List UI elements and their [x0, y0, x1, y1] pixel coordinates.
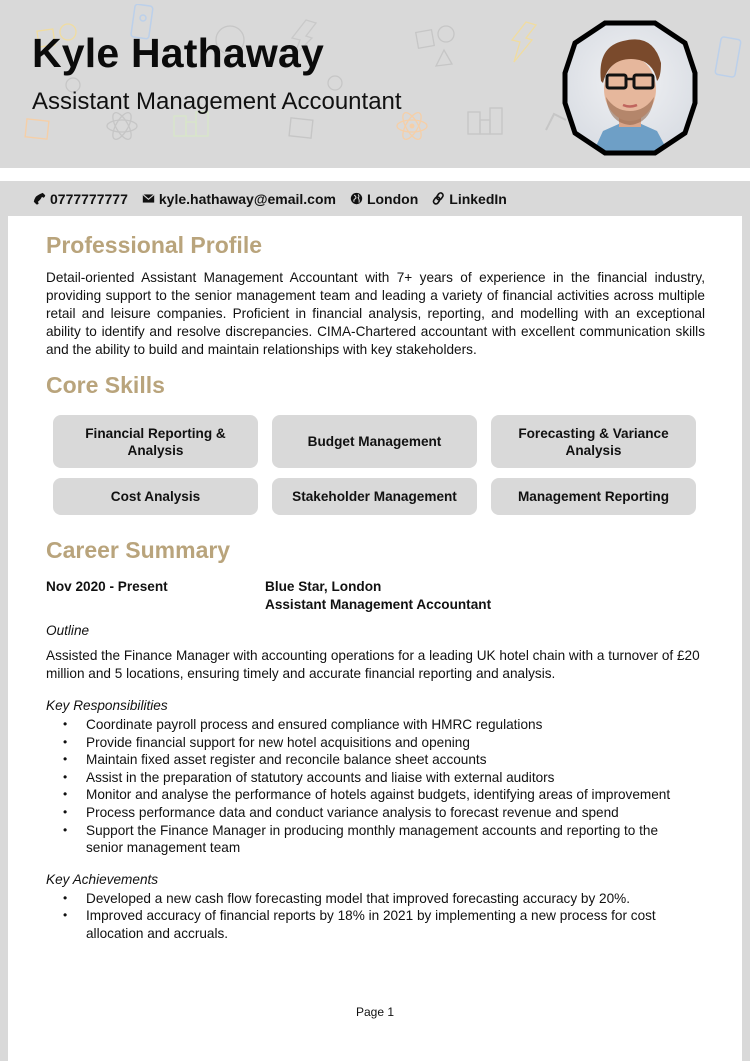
window-icon [24, 118, 50, 140]
contact-linkedin[interactable]: LinkedIn [432, 191, 507, 207]
responsibilities-label: Key Responsibilities [46, 698, 168, 713]
profile-photo [561, 19, 699, 157]
contact-location: London [350, 191, 418, 207]
career-summary-section: Career Summary Nov 2020 - Present Blue S… [46, 537, 705, 943]
phone-pin-icon [714, 36, 742, 78]
outline-label: Outline [46, 623, 90, 638]
window-icon [288, 117, 314, 139]
job-outline: Assisted the Finance Manager with accoun… [46, 648, 700, 681]
list-item: Process performance data and conduct var… [46, 804, 705, 822]
link-icon [432, 192, 445, 205]
contact-phone-text: 0777777777 [50, 190, 128, 207]
envelope-icon [142, 192, 155, 205]
job-header: Nov 2020 - Present Blue Star, London Ass… [46, 578, 705, 614]
skill-tag: Management Reporting [491, 478, 696, 515]
list-item: Coordinate payroll process and ensured c… [46, 716, 705, 734]
job-dates: Nov 2020 - Present [46, 579, 168, 594]
skill-tag: Cost Analysis [53, 478, 258, 515]
skill-tag: Financial Reporting & Analysis [53, 415, 258, 468]
list-item: Maintain fixed asset register and reconc… [46, 751, 705, 769]
page-number: Page 1 [355, 1005, 395, 1019]
phone-icon [33, 192, 46, 205]
lightning-icon [510, 21, 538, 63]
candidate-name: Kyle Hathaway [32, 30, 325, 76]
skill-tag: Forecasting & Variance Analysis [491, 415, 696, 468]
skills-grid: Financial Reporting & Analysis Budget Ma… [53, 415, 705, 515]
contact-email[interactable]: kyle.hathaway@email.com [142, 191, 336, 207]
professional-profile-section: Professional Profile Detail-oriented Ass… [46, 232, 705, 359]
candidate-job-title: Assistant Management Accountant [32, 88, 402, 115]
page-border-left [0, 216, 8, 1061]
profile-text: Detail-oriented Assistant Management Acc… [46, 270, 705, 357]
core-skills-section: Core Skills Financial Reporting & Analys… [46, 372, 705, 515]
list-item: Improved accuracy of financial reports b… [46, 907, 705, 942]
achievements-list: Developed a new cash flow forecasting mo… [46, 890, 705, 943]
skill-tag: Stakeholder Management [272, 478, 477, 515]
contact-linkedin-text: LinkedIn [449, 190, 507, 207]
achievements-label: Key Achievements [46, 871, 159, 887]
skill-tag: Budget Management [272, 415, 477, 468]
job-company: Blue Star, London [265, 579, 382, 594]
section-heading-career: Career Summary [46, 537, 231, 563]
section-heading-skills: Core Skills [46, 372, 165, 398]
list-item: Monitor and analyse the performance of h… [46, 786, 705, 804]
page-border-right [742, 216, 750, 1061]
job-company-role: Blue Star, London Assistant Management A… [265, 578, 491, 614]
responsibilities-list: Coordinate payroll process and ensured c… [46, 716, 705, 857]
contact-location-text: London [366, 190, 419, 207]
globe-icon [350, 192, 363, 205]
list-item: Developed a new cash flow forecasting mo… [46, 890, 705, 908]
contact-phone[interactable]: 0777777777 [33, 191, 128, 207]
job-entry: Nov 2020 - Present Blue Star, London Ass… [46, 578, 705, 943]
section-heading-profile: Professional Profile [46, 232, 263, 258]
list-item: Support the Finance Manager in producing… [46, 822, 705, 857]
resume-body: Professional Profile Detail-oriented Ass… [46, 232, 705, 943]
contact-email-text: kyle.hathaway@email.com [158, 190, 336, 207]
list-item: Provide financial support for new hotel … [46, 734, 705, 752]
job-role: Assistant Management Accountant [265, 597, 492, 612]
resume-header: Kyle Hathaway Assistant Management Accou… [0, 0, 750, 168]
buildings-icon [467, 107, 503, 135]
contact-bar: 0777777777 kyle.hathaway@email.com Londo… [0, 181, 750, 216]
shapes-icon [414, 25, 455, 67]
list-item: Assist in the preparation of statutory a… [46, 769, 705, 787]
